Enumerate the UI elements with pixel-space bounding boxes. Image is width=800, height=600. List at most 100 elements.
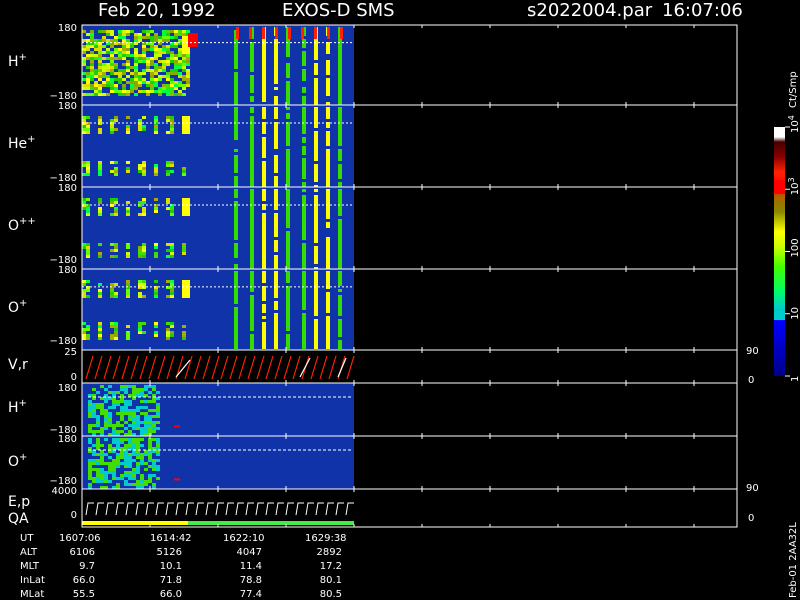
spec-cell: [250, 87, 254, 90]
spec-cell: [130, 30, 134, 33]
spec-cell: [302, 316, 306, 319]
spec-cell: [126, 210, 130, 213]
spec-cell: [166, 328, 170, 331]
spec-cell: [154, 255, 158, 258]
spec-cell: [250, 60, 254, 63]
spec-cell: [178, 90, 182, 93]
spec-cell: [118, 78, 122, 81]
spec-cell: [88, 403, 92, 406]
spec-cell: [106, 33, 110, 36]
spec-cell: [82, 128, 86, 131]
heatmap-layer: [82, 25, 355, 525]
spec-cell: [338, 195, 342, 198]
spec-cell: [186, 210, 190, 213]
spec-cell: [100, 427, 104, 430]
spec-cell: [234, 301, 238, 304]
spec-cell: [144, 388, 148, 391]
spec-cell: [250, 170, 254, 173]
spec-cell: [274, 60, 278, 63]
spec-cell: [138, 84, 142, 87]
spec-cell: [114, 161, 118, 164]
spec-cell: [338, 113, 342, 116]
spec-cell: [262, 252, 266, 255]
spec-cell: [274, 304, 278, 307]
spec-cell: [136, 409, 140, 412]
spec-cell: [156, 465, 160, 468]
spec-cell: [326, 264, 330, 267]
spec-cell: [274, 176, 278, 179]
spec-cell: [170, 243, 174, 246]
spec-cell: [262, 310, 266, 313]
spec-cell: [126, 125, 130, 128]
spec-cell: [126, 167, 130, 170]
spec-cell: [286, 75, 290, 78]
spec-cell: [182, 39, 186, 42]
spec-cell: [262, 87, 266, 90]
spec-cell: [286, 131, 290, 134]
spec-cell: [94, 87, 98, 90]
spec-cell: [98, 252, 102, 255]
spec-cell: [302, 301, 306, 304]
spec-cell: [326, 225, 330, 228]
spec-cell: [156, 441, 160, 444]
spec-cell: [134, 51, 138, 54]
spec-cell: [150, 72, 154, 75]
spec-cell: [126, 255, 130, 258]
spec-cell: [128, 400, 132, 403]
spec-cell: [126, 243, 130, 246]
spec-cell: [250, 213, 254, 216]
spec-cell: [326, 210, 330, 213]
spec-cell: [120, 453, 124, 456]
spec-cell: [326, 63, 330, 66]
spec-cell: [98, 116, 102, 119]
spec-cell: [338, 237, 342, 240]
spec-cell: [110, 125, 114, 128]
spec-cell: [150, 90, 154, 93]
spec-cell: [314, 45, 318, 48]
spec-cell: [144, 453, 148, 456]
spec-cell: [142, 283, 146, 286]
spec-cell: [302, 167, 306, 170]
spec-cell: [262, 96, 266, 99]
spec-cell: [170, 60, 174, 63]
spec-cell: [338, 51, 342, 54]
spec-cell: [128, 385, 132, 388]
spec-cell: [286, 173, 290, 176]
ephem-value: 80.1: [320, 575, 342, 586]
spec-cell: [162, 84, 166, 87]
spec-cell: [286, 84, 290, 87]
spec-cell: [98, 325, 102, 328]
spec-cell: [314, 110, 318, 113]
spec-cell: [94, 75, 98, 78]
spec-cell: [250, 237, 254, 240]
spec-cell: [86, 210, 90, 213]
spec-cell: [112, 391, 116, 394]
spec-cell: [132, 385, 136, 388]
spec-cell: [98, 131, 102, 134]
spec-cell: [128, 483, 132, 486]
spec-cell: [142, 295, 146, 298]
spec-cell: [286, 222, 290, 225]
spec-cell: [112, 400, 116, 403]
spec-cell: [114, 210, 118, 213]
spec-cell: [106, 66, 110, 69]
spec-cell: [274, 280, 278, 283]
spec-cell: [136, 456, 140, 459]
spec-cell: [250, 280, 254, 283]
spec-cell: [144, 468, 148, 471]
spec-cell: [314, 87, 318, 90]
spec-cell: [338, 84, 342, 87]
spec-cell: [114, 116, 118, 119]
ephem-value: 2892: [317, 547, 342, 558]
spec-cell: [262, 277, 266, 280]
spec-cell: [114, 213, 118, 216]
spec-cell: [152, 438, 156, 441]
spec-cell: [152, 483, 156, 486]
spec-cell: [140, 406, 144, 409]
spec-cell: [286, 81, 290, 84]
spec-cell: [186, 75, 190, 78]
spec-cell: [262, 149, 266, 152]
spec-cell: [326, 48, 330, 51]
spec-cell: [178, 51, 182, 54]
spec-cell: [262, 231, 266, 234]
